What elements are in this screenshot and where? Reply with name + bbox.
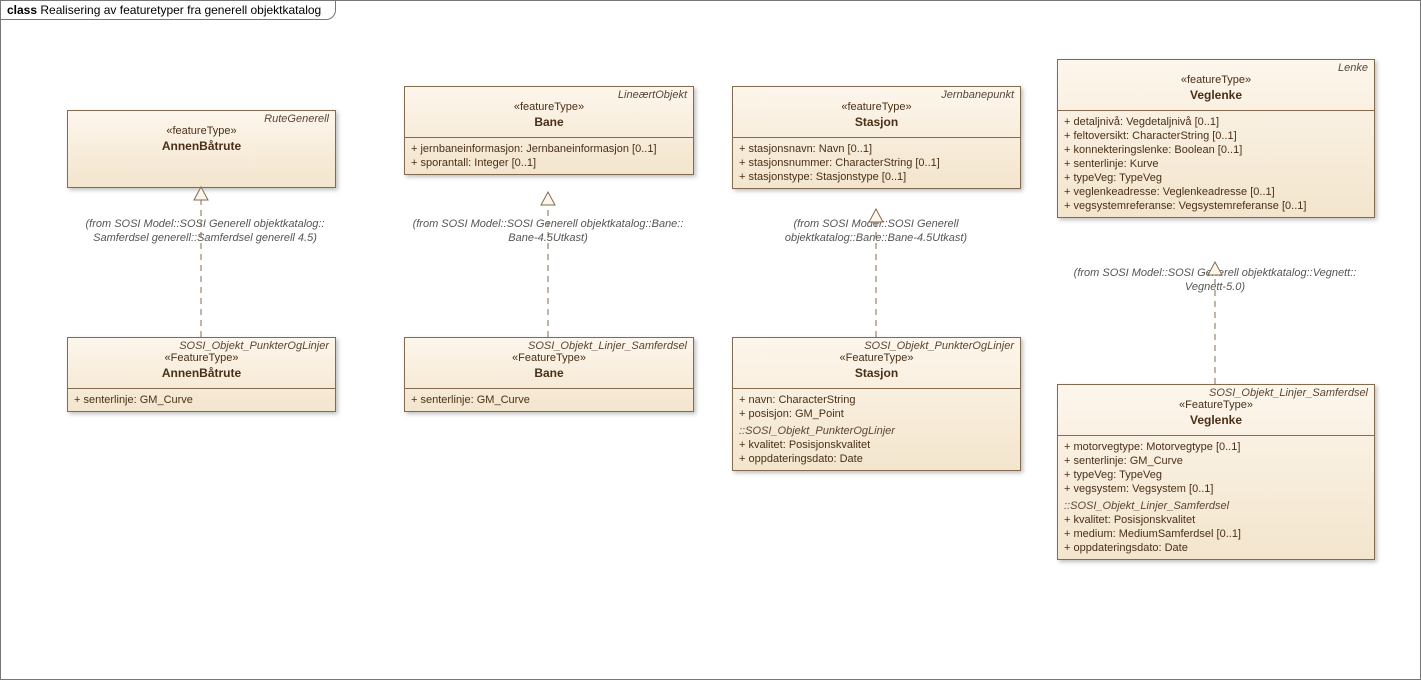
attrs: + detaljnivå: Vegdetaljnivå [0..1] + fel… bbox=[1058, 111, 1374, 217]
stereotype: «FeatureType» bbox=[739, 352, 1014, 364]
class-stasjon-parent[interactable]: Jernbanepunkt «featureType» Stasjon + st… bbox=[732, 86, 1021, 189]
from-label-veglenke: (from SOSI Model::SOSI Generell objektka… bbox=[1057, 266, 1373, 295]
class-name: AnnenBåtrute bbox=[74, 366, 329, 380]
class-bane-child[interactable]: SOSI_Objekt_Linjer_Samferdsel «FeatureTy… bbox=[404, 337, 694, 412]
class-name: Veglenke bbox=[1064, 88, 1368, 102]
attrs: + jernbaneinformasjon: Jernbaneinformasj… bbox=[405, 138, 693, 174]
class-name: Stasjon bbox=[739, 366, 1014, 380]
stereotype: «featureType» bbox=[411, 101, 687, 113]
corner-label: SOSI_Objekt_Linjer_Samferdsel bbox=[1209, 387, 1368, 399]
class-name: Bane bbox=[411, 366, 687, 380]
class-stasjon-child[interactable]: SOSI_Objekt_PunkterOgLinjer «FeatureType… bbox=[732, 337, 1021, 471]
frame-title: Realisering av featuretyper fra generell… bbox=[40, 3, 321, 17]
class-name: Veglenke bbox=[1064, 413, 1368, 427]
from-label-annenbatrute: (from SOSI Model::SOSI Generell objektka… bbox=[65, 217, 345, 246]
corner-label: SOSI_Objekt_PunkterOgLinjer bbox=[864, 340, 1014, 352]
diagram-frame: class Realisering av featuretyper fra ge… bbox=[0, 0, 1421, 680]
class-name: AnnenBåtrute bbox=[74, 139, 329, 153]
stereotype: «featureType» bbox=[1064, 74, 1368, 86]
stereotype: «FeatureType» bbox=[411, 352, 687, 364]
attrs: + motorvegtype: Motorvegtype [0..1] + se… bbox=[1058, 436, 1374, 559]
frame-kind: class bbox=[7, 3, 37, 17]
class-annenbatrute-child[interactable]: SOSI_Objekt_PunkterOgLinjer «FeatureType… bbox=[67, 337, 336, 412]
corner-label: Lenke bbox=[1338, 62, 1368, 74]
attrs: + senterlinje: GM_Curve bbox=[405, 389, 693, 411]
stereotype: «featureType» bbox=[739, 101, 1014, 113]
corner-label: RuteGenerell bbox=[264, 113, 329, 125]
attrs: + stasjonsnavn: Navn [0..1] + stasjonsnu… bbox=[733, 138, 1020, 188]
corner-label: Jernbanepunkt bbox=[941, 89, 1014, 101]
class-veglenke-parent[interactable]: Lenke «featureType» Veglenke + detaljniv… bbox=[1057, 59, 1375, 218]
stereotype: «featureType» bbox=[74, 125, 329, 137]
attrs: + senterlinje: GM_Curve bbox=[68, 389, 335, 411]
class-name: Stasjon bbox=[739, 115, 1014, 129]
class-annenbatrute-parent[interactable]: RuteGenerell «featureType» AnnenBåtrute bbox=[67, 110, 336, 188]
stereotype: «FeatureType» bbox=[74, 352, 329, 364]
from-label-stasjon: (from SOSI Model::SOSI Generellobjektkat… bbox=[771, 217, 981, 246]
attrs: + navn: CharacterString + posisjon: GM_P… bbox=[733, 389, 1020, 470]
stereotype: «FeatureType» bbox=[1064, 399, 1368, 411]
corner-label: SOSI_Objekt_Linjer_Samferdsel bbox=[528, 340, 687, 352]
frame-title-tab: class Realisering av featuretyper fra ge… bbox=[0, 0, 336, 20]
class-bane-parent[interactable]: LineærtObjekt «featureType» Bane + jernb… bbox=[404, 86, 694, 175]
class-veglenke-child[interactable]: SOSI_Objekt_Linjer_Samferdsel «FeatureTy… bbox=[1057, 384, 1375, 560]
corner-label: LineærtObjekt bbox=[618, 89, 687, 101]
class-name: Bane bbox=[411, 115, 687, 129]
corner-label: SOSI_Objekt_PunkterOgLinjer bbox=[179, 340, 329, 352]
from-label-bane: (from SOSI Model::SOSI Generell objektka… bbox=[404, 217, 692, 246]
